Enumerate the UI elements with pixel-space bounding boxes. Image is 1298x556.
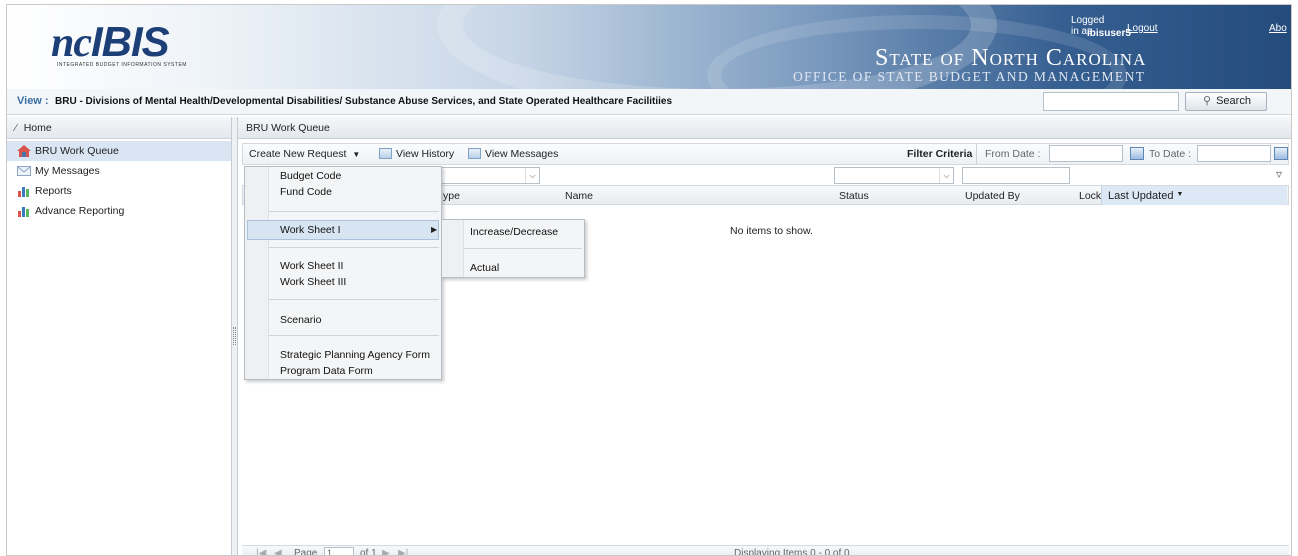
column-header-lock[interactable]: Lock: [1079, 190, 1101, 202]
to-date-label: To Date :: [1149, 148, 1192, 160]
menu-item-budget-code[interactable]: Budget Code: [280, 170, 341, 182]
from-date-label: From Date :: [985, 148, 1041, 160]
page-label: Page: [294, 548, 318, 556]
menu-separator: [464, 248, 582, 249]
ncibis-logo: ncIBIS INTEGRATED BUDGET INFORMATION SYS…: [51, 21, 223, 71]
filter-icon[interactable]: ▿: [1276, 167, 1282, 181]
page-number-input[interactable]: 1: [324, 547, 354, 555]
menu-separator: [269, 211, 439, 212]
office-title: OFFICE OF STATE BUDGET AND MANAGEMENT: [793, 69, 1146, 84]
chevron-down-icon: ⌵: [525, 168, 539, 183]
sidebar-item-reports[interactable]: Reports: [7, 181, 231, 201]
collapse-icon[interactable]: ⁄: [15, 122, 17, 134]
sidebar: ⁄ Home BRU Work Queue My Messages Report…: [7, 117, 232, 555]
menu-icon-strip: [442, 220, 464, 277]
column-header-name[interactable]: Name: [565, 190, 593, 202]
chevron-down-icon: ⌵: [939, 168, 953, 183]
sidebar-item-bru-work-queue[interactable]: BRU Work Queue: [7, 141, 231, 161]
messages-icon: [468, 148, 481, 159]
view-messages-label: View Messages: [485, 148, 559, 160]
panel-title: BRU Work Queue: [238, 117, 1291, 139]
sidebar-title: Home: [23, 122, 52, 134]
work-queue-toolbar: Create New Request ▼ View History View M…: [242, 143, 1289, 165]
status-filter-select[interactable]: ⌵: [834, 167, 954, 184]
sidebar-item-label: My Messages: [35, 165, 100, 177]
create-new-request-label: Create New Request: [249, 148, 347, 160]
sidebar-item-my-messages[interactable]: My Messages: [7, 161, 231, 181]
bar-chart-icon: [17, 185, 31, 197]
caret-down-icon: ▼: [352, 150, 361, 159]
envelope-icon: [17, 165, 31, 177]
menu-item-work-sheet-ii[interactable]: Work Sheet II: [280, 260, 343, 272]
submenu-item-actual[interactable]: Actual: [470, 262, 499, 274]
splitter-grip[interactable]: [233, 327, 236, 345]
logout-link[interactable]: Logout: [1127, 23, 1158, 34]
logo-main: IBIS: [91, 18, 170, 65]
create-request-menu: Budget Code Fund Code Work Sheet I ▶ Wor…: [244, 166, 442, 380]
empty-message: No items to show.: [730, 225, 813, 237]
from-date-input[interactable]: [1049, 145, 1123, 162]
search-icon: ⚲: [1203, 95, 1212, 107]
logo-subtitle: INTEGRATED BUDGET INFORMATION SYSTEM: [57, 62, 187, 68]
column-header-updated-by[interactable]: Updated By: [965, 190, 1020, 202]
displaying-items-label: Displaying Items 0 - 0 of 0: [734, 548, 850, 556]
search-button-label: Search: [1216, 95, 1251, 107]
menu-item-program-data-form[interactable]: Program Data Form: [280, 365, 373, 377]
search-input[interactable]: [1043, 92, 1179, 111]
menu-highlight: [247, 220, 439, 240]
app-window: ncIBIS INTEGRATED BUDGET INFORMATION SYS…: [6, 4, 1292, 556]
sort-desc-icon: ▼: [1176, 191, 1184, 198]
to-date-input[interactable]: [1197, 145, 1271, 162]
sidebar-item-label: Advance Reporting: [35, 205, 125, 217]
prev-page-icon[interactable]: ◀: [274, 548, 282, 555]
history-icon: [379, 148, 392, 159]
menu-item-work-sheet-iii[interactable]: Work Sheet III: [280, 276, 346, 288]
submenu-item-increase-decrease[interactable]: Increase/Decrease: [470, 226, 558, 238]
menu-separator: [269, 335, 439, 336]
menu-separator: [269, 247, 439, 248]
view-bar: View : BRU - Divisions of Mental Health/…: [7, 89, 1291, 115]
view-history-label: View History: [396, 148, 455, 160]
search-button[interactable]: ⚲ Search: [1185, 92, 1267, 111]
view-label: View :: [17, 95, 49, 107]
home-icon: [17, 145, 31, 157]
filter-criteria-label: Filter Criteria: [907, 148, 973, 160]
column-header-status[interactable]: Status: [839, 190, 869, 202]
calendar-icon[interactable]: [1274, 147, 1288, 163]
page-count-label: of 1: [360, 548, 377, 556]
about-link[interactable]: Abo: [1269, 23, 1287, 34]
column-header-type[interactable]: ype: [443, 190, 460, 202]
column-header-last-updated[interactable]: Last Updated ▼: [1101, 186, 1287, 205]
sidebar-item-label: Reports: [35, 185, 72, 197]
next-page-icon[interactable]: ▶: [382, 548, 390, 555]
work-sheet-i-submenu: Increase/Decrease Actual: [441, 219, 585, 278]
menu-item-scenario[interactable]: Scenario: [280, 314, 321, 326]
menu-item-strategic-planning-agency-form[interactable]: Strategic Planning Agency Form: [280, 349, 430, 361]
logo-prefix: nc: [51, 20, 92, 66]
sidebar-item-advance-reporting[interactable]: Advance Reporting: [7, 201, 231, 221]
menu-icon-strip: [245, 167, 269, 379]
column-header-last-updated-label: Last Updated: [1108, 190, 1174, 202]
view-text: BRU - Divisions of Mental Health/Develop…: [55, 96, 673, 107]
menu-item-work-sheet-i[interactable]: Work Sheet I: [280, 224, 341, 236]
submenu-arrow-icon: ▶: [431, 225, 438, 234]
menu-separator: [269, 299, 439, 300]
header-banner: ncIBIS INTEGRATED BUDGET INFORMATION SYS…: [7, 5, 1291, 89]
sidebar-item-label: BRU Work Queue: [35, 145, 119, 157]
create-new-request-button[interactable]: Create New Request ▼: [249, 148, 360, 160]
first-page-icon[interactable]: |◀: [256, 548, 266, 555]
bar-chart-icon: [17, 205, 31, 217]
calendar-icon[interactable]: [1130, 147, 1144, 163]
updated-by-filter-input[interactable]: [962, 167, 1070, 184]
type-filter-select[interactable]: ⌵: [436, 167, 540, 184]
view-messages-button[interactable]: View Messages: [468, 148, 558, 160]
last-page-icon[interactable]: ▶|: [398, 548, 408, 555]
username: ibisuser5: [1087, 28, 1131, 39]
sidebar-header[interactable]: ⁄ Home: [7, 117, 231, 139]
pagination-bar: |◀ ◀ Page 1 of 1 ▶ ▶| Displaying Items 0…: [242, 545, 1289, 556]
state-title: State of North Carolina: [875, 45, 1147, 71]
view-history-button[interactable]: View History: [379, 148, 454, 160]
menu-item-fund-code[interactable]: Fund Code: [280, 186, 332, 198]
